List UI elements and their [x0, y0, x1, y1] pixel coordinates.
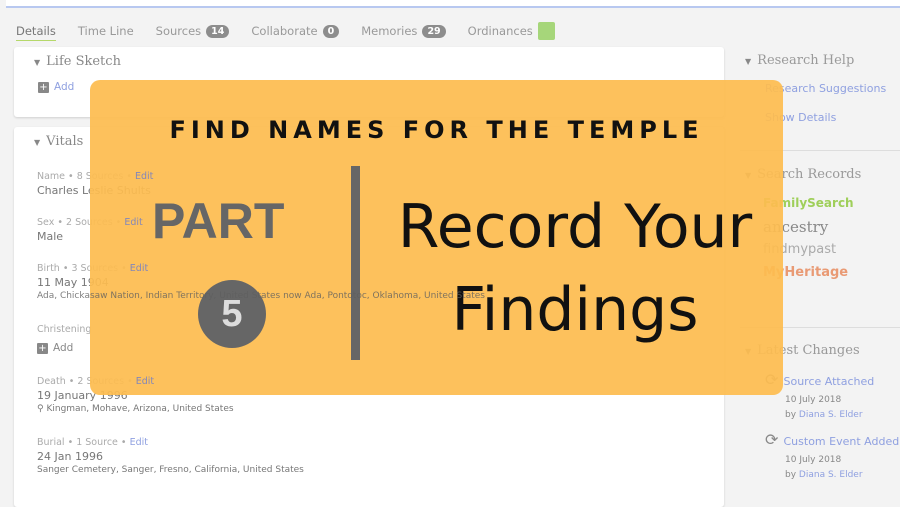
show-details-link[interactable]: Show Details [765, 111, 900, 124]
banner-title: FIND NAMES FOR THE TEMPLE [169, 116, 704, 144]
place-value: Kingman, Mohave, Arizona, United States [46, 404, 234, 414]
tab-memories[interactable]: Memories 29 [361, 21, 446, 41]
edit-link[interactable]: Edit [130, 263, 148, 274]
by-label: by [785, 470, 797, 480]
change-item: ⟳ Source Attached 10 July 2018 by Diana … [765, 370, 900, 420]
field-label: Name [37, 171, 66, 182]
add-label: Add [54, 81, 75, 93]
edit-link[interactable]: Edit [135, 171, 153, 182]
collapse-icon: ▼ [745, 57, 752, 66]
refresh-icon: ⟳ [765, 430, 779, 449]
banner-overlay: FIND NAMES FOR THE TEMPLE PART 5 Record … [90, 80, 783, 395]
edit-link[interactable]: Edit [124, 217, 142, 228]
user-link[interactable]: Diana S. Elder [799, 410, 863, 420]
field-value: 24 Jan 1996 [37, 450, 103, 463]
tab-label: Collaborate [251, 24, 318, 38]
tab-time-line[interactable]: Time Line [78, 21, 134, 41]
add-label: Add [53, 342, 74, 354]
by-label: by [785, 410, 797, 420]
tab-bar: Details Time Line Sources 14 Collaborate 0… [16, 21, 577, 41]
field-label: Birth [37, 263, 60, 274]
section-title: Life Sketch [46, 54, 121, 69]
count-badge: 0 [322, 24, 340, 38]
banner-heading-line1: Record Your [397, 192, 753, 262]
plus-icon: + [38, 81, 49, 93]
tab-label: Ordinances [467, 24, 533, 38]
research-suggestions-link[interactable]: Research Suggestions [765, 82, 900, 95]
location-pin-icon: ⚲ [37, 404, 44, 414]
section-heading[interactable]: ▼ Life Sketch [34, 54, 724, 69]
section-title: Research Help [757, 53, 855, 68]
vital-christening: Christening + Add [37, 324, 91, 354]
change-date: 10 July 2018 [785, 455, 842, 465]
edit-link[interactable]: Edit [130, 437, 148, 448]
plus-icon: + [37, 342, 48, 354]
count-badge: 29 [422, 24, 446, 38]
myheritage-link[interactable]: MyHeritage [763, 265, 900, 280]
field-label: Burial [37, 437, 65, 448]
ancestry-link[interactable]: ancestry [763, 218, 900, 236]
sources-link[interactable]: 1 Source [76, 437, 118, 448]
familysearch-link[interactable]: FamilySearch [763, 196, 900, 210]
user-link[interactable]: Diana S. Elder [799, 470, 863, 480]
tab-label: Sources [155, 24, 202, 38]
findmypast-link[interactable]: findmypast [763, 242, 900, 257]
change-item: ⟳ Custom Event Added 10 July 2018 by Dia… [765, 430, 900, 480]
collapse-icon: ▼ [34, 138, 41, 147]
collapse-icon: ▼ [34, 58, 41, 67]
field-label: Death [37, 376, 66, 387]
tab-collaborate[interactable]: Collaborate 0 [251, 21, 340, 41]
part-label: PART [152, 193, 285, 249]
tab-ordinances[interactable]: Ordinances [468, 21, 555, 41]
change-title-link[interactable]: Custom Event Added [784, 435, 900, 448]
section-heading[interactable]: ▼ Research Help [745, 53, 900, 68]
count-badge: 14 [206, 24, 230, 38]
tab-sources[interactable]: Sources 14 [156, 21, 230, 41]
tab-label: Memories [361, 24, 418, 38]
banner-divider [351, 166, 360, 360]
top-bar [6, 0, 900, 8]
field-label: Christening [37, 324, 92, 335]
change-date: 10 July 2018 [785, 395, 842, 405]
change-title-link[interactable]: Source Attached [784, 375, 875, 388]
banner-heading-line2: Findings [451, 275, 699, 345]
tab-label: Details [16, 23, 56, 38]
tab-label: Time Line [77, 24, 134, 38]
add-christening-button[interactable]: + Add [37, 342, 91, 354]
tab-details[interactable]: Details [16, 21, 56, 41]
place-value: Sanger Cemetery, Sanger, Fresno, Califor… [37, 465, 304, 475]
vital-burial: Burial • 1 Source • Edit 24 Jan 1996 Sange… [37, 437, 304, 475]
field-label: Sex [37, 217, 55, 228]
edit-link[interactable]: Edit [136, 376, 154, 387]
section-title: Vitals [46, 134, 84, 149]
temple-icon [537, 22, 555, 40]
place-value: Ada, Chickasaw Nation, Indian Territory,… [37, 291, 485, 301]
